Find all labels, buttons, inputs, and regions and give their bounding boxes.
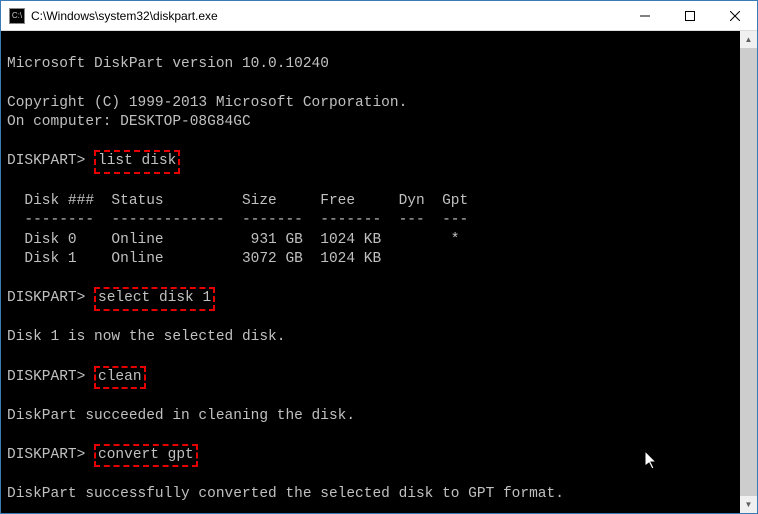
content-area: Microsoft DiskPart version 10.0.10240 Co… xyxy=(1,31,757,513)
version-line: Microsoft DiskPart version 10.0.10240 xyxy=(7,56,329,72)
cmd-highlight-clean: clean xyxy=(94,366,146,390)
window-controls xyxy=(622,1,757,30)
scrollbar-thumb[interactable] xyxy=(740,48,757,496)
cmd-highlight-convert-gpt: convert gpt xyxy=(94,444,198,468)
table-row: Disk 1 Online 3072 GB 1024 KB xyxy=(7,251,381,267)
prompt: DISKPART> xyxy=(7,447,85,463)
vertical-scrollbar[interactable]: ▲ ▼ xyxy=(740,31,757,513)
table-row: Disk 0 Online 931 GB 1024 KB * xyxy=(7,232,459,248)
computer-line: On computer: DESKTOP-08G84GC xyxy=(7,114,251,130)
prompt: DISKPART> xyxy=(7,369,85,385)
window-title: C:\Windows\system32\diskpart.exe xyxy=(31,9,622,23)
prompt: DISKPART> xyxy=(7,290,85,306)
disk-table-divider: -------- ------------- ------- ------- -… xyxy=(7,212,468,228)
mouse-cursor-icon xyxy=(645,451,659,471)
close-button[interactable] xyxy=(712,1,757,30)
prompt: DISKPART> xyxy=(7,153,85,169)
scrollbar-track[interactable] xyxy=(740,48,757,496)
minimize-button[interactable] xyxy=(622,1,667,30)
copyright-line: Copyright (C) 1999-2013 Microsoft Corpor… xyxy=(7,95,407,111)
cmd-highlight-list-disk: list disk xyxy=(94,150,180,174)
disk-table-header: Disk ### Status Size Free Dyn Gpt xyxy=(7,193,468,209)
msg-cleaned: DiskPart succeeded in cleaning the disk. xyxy=(7,408,355,424)
scrollbar-down-arrow-icon[interactable]: ▼ xyxy=(740,496,757,513)
titlebar[interactable]: C:\ C:\Windows\system32\diskpart.exe xyxy=(1,1,757,31)
maximize-button[interactable] xyxy=(667,1,712,30)
scrollbar-up-arrow-icon[interactable]: ▲ xyxy=(740,31,757,48)
msg-selected: Disk 1 is now the selected disk. xyxy=(7,329,285,345)
terminal-output[interactable]: Microsoft DiskPart version 10.0.10240 Co… xyxy=(1,31,740,513)
cmd-highlight-select-disk: select disk 1 xyxy=(94,287,215,311)
msg-converted: DiskPart successfully converted the sele… xyxy=(7,486,564,502)
app-icon: C:\ xyxy=(9,8,25,24)
